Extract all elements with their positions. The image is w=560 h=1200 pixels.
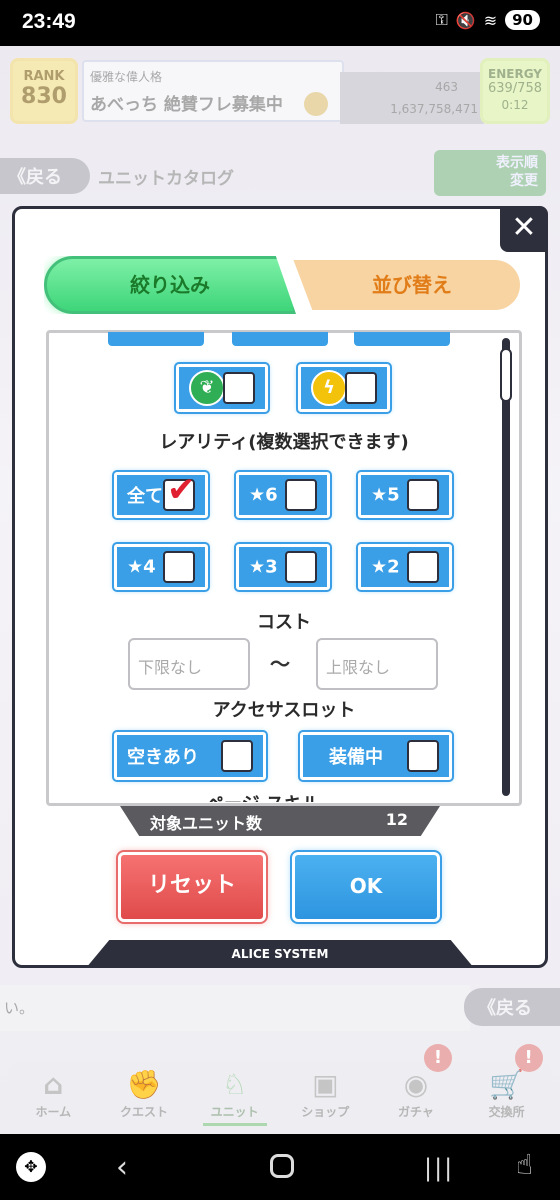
checkbox[interactable]	[163, 551, 195, 583]
status-icons: ⚿ 🔇 ≋ 90	[436, 10, 540, 30]
back-nav-icon[interactable]: ‹	[116, 1150, 128, 1185]
cost-max-input[interactable]: 上限なし	[316, 638, 438, 690]
option-label: 空きあり	[127, 747, 199, 768]
accessory-title: アクセサスロット	[212, 700, 356, 721]
accessory-equipped-button[interactable]: 装備中	[298, 730, 454, 782]
partial-option-button[interactable]	[108, 332, 204, 346]
status-time: 23:49	[22, 10, 76, 33]
gamepad-icon[interactable]: ✥	[16, 1152, 46, 1182]
ok-button[interactable]: OK	[290, 850, 442, 924]
checkbox[interactable]	[223, 372, 255, 404]
option-label: ★3	[249, 556, 278, 578]
option-label: ★6	[249, 484, 278, 506]
rarity-5-button[interactable]: ★5	[356, 470, 454, 520]
home-nav-icon[interactable]	[270, 1154, 294, 1178]
touch-icon[interactable]: ☝	[516, 1148, 533, 1181]
cost-min-input[interactable]: 下限なし	[128, 638, 250, 690]
partial-section-title: ページ スキル	[206, 790, 356, 802]
leaf-icon: ❦	[189, 370, 225, 406]
checkbox[interactable]	[345, 372, 377, 404]
cost-title: コスト	[257, 612, 311, 633]
checkbox[interactable]	[407, 479, 439, 511]
option-label: ★5	[371, 484, 400, 506]
tab-bar: 並び替え 絞り込み	[44, 256, 522, 314]
tab-filter[interactable]: 絞り込み	[44, 256, 296, 314]
rarity-4-button[interactable]: ★4	[112, 542, 210, 592]
rarity-all-button[interactable]: 全て ✔	[112, 470, 210, 520]
battery-indicator: 90	[505, 10, 540, 30]
key-icon: ⚿	[435, 10, 448, 29]
partial-option-button[interactable]	[354, 332, 450, 346]
cost-separator: ～	[270, 652, 290, 676]
rarity-2-button[interactable]: ★2	[356, 542, 454, 592]
option-label: 装備中	[329, 747, 383, 768]
reset-button[interactable]: リセット	[116, 850, 268, 924]
checkbox[interactable]	[221, 740, 253, 772]
close-button[interactable]: ✕	[500, 206, 548, 252]
unit-count-bar: 対象ユニット数 12	[120, 806, 440, 836]
type-thunder-button[interactable]: ϟ	[296, 362, 392, 414]
option-label: ★2	[371, 556, 400, 578]
alice-system-footer: ALICE SYSTEM	[86, 940, 474, 968]
checkbox[interactable]	[285, 551, 317, 583]
lightning-icon: ϟ	[311, 370, 347, 406]
scrollbar-thumb[interactable]	[500, 348, 512, 402]
partial-option-button[interactable]	[232, 332, 328, 346]
count-value: 12	[385, 810, 408, 829]
option-label: 全て	[127, 486, 163, 507]
wifi-icon: ≋	[483, 10, 498, 30]
mute-icon: 🔇	[455, 10, 476, 30]
type-grass-button[interactable]: ❦	[174, 362, 270, 414]
rarity-6-button[interactable]: ★6	[234, 470, 332, 520]
recents-nav-icon[interactable]: |||	[424, 1154, 454, 1182]
android-nav-bar: ✥ ‹ ||| ☝	[0, 1134, 560, 1200]
checkbox[interactable]	[285, 479, 317, 511]
checkbox[interactable]	[407, 740, 439, 772]
checkbox[interactable]	[407, 551, 439, 583]
checkbox[interactable]: ✔	[163, 473, 196, 511]
option-label: ★4	[127, 556, 156, 578]
status-bar: 23:49 ⚿ 🔇 ≋ 90	[0, 0, 560, 46]
accessory-empty-button[interactable]: 空きあり	[112, 730, 268, 782]
checkmark-icon: ✔	[167, 470, 196, 510]
count-label: 対象ユニット数	[150, 814, 263, 833]
tab-sort[interactable]: 並び替え	[293, 260, 520, 310]
rarity-title: レアリティ(複数選択できます)	[159, 432, 409, 453]
rarity-3-button[interactable]: ★3	[234, 542, 332, 592]
scrollbar[interactable]	[502, 338, 510, 796]
